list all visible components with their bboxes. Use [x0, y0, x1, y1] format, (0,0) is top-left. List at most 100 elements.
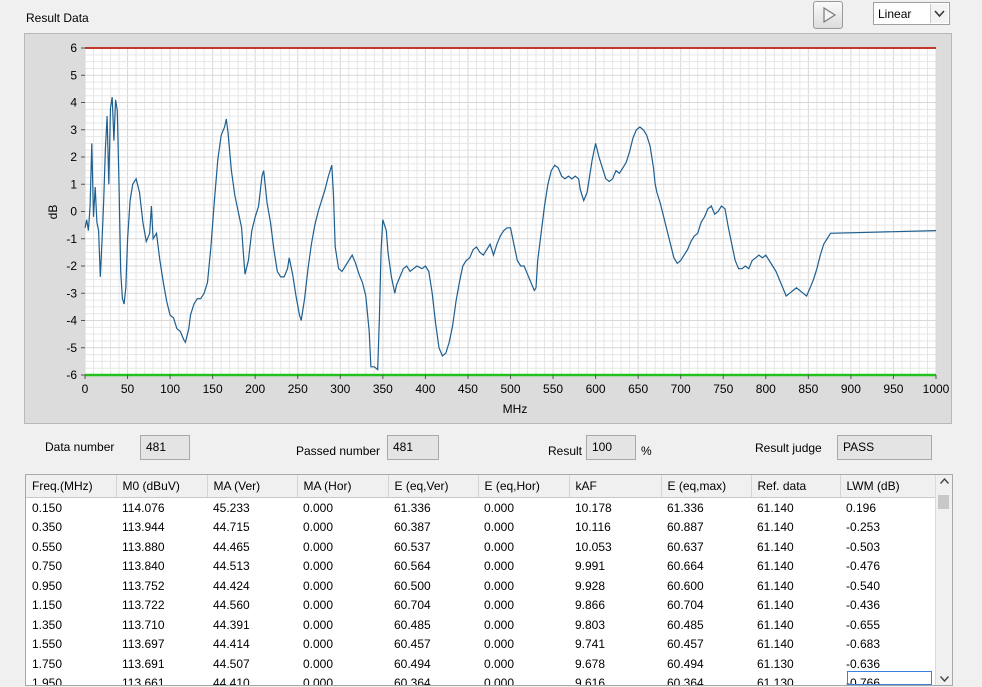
table-cell[interactable]: 61.130	[751, 674, 840, 685]
column-header[interactable]: MA (Hor)	[297, 475, 389, 498]
table-cell[interactable]: 61.140	[751, 596, 840, 616]
table-cell[interactable]: -0.683	[840, 635, 936, 655]
table-cell[interactable]: 60.494	[388, 654, 478, 674]
column-header[interactable]: E (eq,Ver)	[388, 475, 479, 498]
table-cell[interactable]: 61.140	[751, 635, 840, 655]
table-cell[interactable]: 113.752	[116, 576, 207, 596]
table-cell[interactable]: 113.691	[116, 654, 207, 674]
column-header[interactable]: E (eq,Hor)	[478, 475, 570, 498]
run-button[interactable]	[813, 1, 843, 29]
table-cell[interactable]: 45.233	[207, 498, 297, 518]
column-header[interactable]: Freq.(MHz)	[26, 475, 117, 498]
column-header[interactable]: M0 (dBuV)	[116, 475, 208, 498]
table-cell[interactable]: 61.140	[751, 615, 840, 635]
table-cell[interactable]: 113.661	[116, 674, 207, 685]
table-cell[interactable]: 61.336	[388, 498, 478, 518]
table-cell[interactable]: 0.000	[478, 654, 569, 674]
table-cell[interactable]: 0.000	[297, 576, 388, 596]
table-cell[interactable]: 60.704	[388, 596, 478, 616]
table-cell[interactable]: 10.178	[569, 498, 661, 518]
table-cell[interactable]: 61.140	[751, 576, 840, 596]
table-cell[interactable]: 9.678	[569, 654, 661, 674]
table-cell[interactable]: 61.140	[751, 518, 840, 538]
scrollbar-thumb[interactable]	[938, 495, 949, 509]
scroll-up-icon[interactable]	[940, 478, 949, 484]
table-cell[interactable]: 0.000	[297, 557, 388, 577]
table-cell[interactable]: 113.722	[116, 596, 207, 616]
column-header[interactable]: E (eq,max)	[661, 475, 752, 498]
table-cell[interactable]: 10.053	[569, 537, 661, 557]
table-cell[interactable]: 9.866	[569, 596, 661, 616]
table-cell[interactable]: 61.130	[751, 654, 840, 674]
table-cell[interactable]: 0.000	[478, 596, 569, 616]
table-cell[interactable]: 0.350	[26, 518, 116, 538]
table-cell[interactable]: 9.928	[569, 576, 661, 596]
table-cell[interactable]: 9.741	[569, 635, 661, 655]
chevron-down-icon[interactable]	[930, 4, 948, 23]
table-cell[interactable]: -0.436	[840, 596, 936, 616]
table-cell[interactable]: 0.000	[297, 498, 388, 518]
table-cell[interactable]: 60.600	[661, 576, 751, 596]
table-cell[interactable]: 113.697	[116, 635, 207, 655]
table-cell[interactable]: 10.116	[569, 518, 661, 538]
table-cell[interactable]: 60.494	[661, 654, 751, 674]
result-table[interactable]: Freq.(MHz) M0 (dBuV) MA (Ver) MA (Hor) E (eq…	[25, 474, 953, 686]
column-header[interactable]: Ref. data	[751, 475, 841, 498]
table-row[interactable]: 1.150 113.722 44.560 0.000 60.704 0.000 9.866 6…	[26, 596, 936, 616]
table-cell[interactable]: 0.000	[297, 518, 388, 538]
table-cell[interactable]: 9.616	[569, 674, 661, 685]
table-cell[interactable]: 60.664	[661, 557, 751, 577]
table-cell[interactable]: 44.424	[207, 576, 297, 596]
table-cell[interactable]: 0.000	[478, 674, 569, 685]
table-cell[interactable]: 0.000	[297, 674, 388, 685]
table-cell[interactable]: 0.000	[478, 635, 569, 655]
table-cell[interactable]: 44.507	[207, 654, 297, 674]
table-cell[interactable]: 113.880	[116, 537, 207, 557]
table-cell[interactable]: 61.140	[751, 557, 840, 577]
table-cell[interactable]: 113.840	[116, 557, 207, 577]
table-cell[interactable]: 44.410	[207, 674, 297, 685]
table-cell[interactable]: 60.457	[388, 635, 478, 655]
table-cell[interactable]: 0.950	[26, 576, 116, 596]
table-cell[interactable]: 0.000	[478, 576, 569, 596]
table-cell[interactable]: 61.140	[751, 537, 840, 557]
table-cell[interactable]: 113.710	[116, 615, 207, 635]
table-cell[interactable]: 0.000	[297, 635, 388, 655]
table-cell[interactable]: 60.500	[388, 576, 478, 596]
scroll-down-icon[interactable]	[940, 676, 949, 682]
table-row[interactable]: 1.750 113.691 44.507 0.000 60.494 0.000 9.678 6…	[26, 654, 936, 674]
table-row[interactable]: 0.550 113.880 44.465 0.000 60.537 0.000 10.053…	[26, 537, 936, 557]
table-cell[interactable]: 0.000	[478, 498, 569, 518]
column-header[interactable]: LWM (dB)	[840, 475, 937, 498]
column-header[interactable]: MA (Ver)	[207, 475, 298, 498]
table-row[interactable]: 0.350 113.944 44.715 0.000 60.387 0.000 10.116…	[26, 518, 936, 538]
table-row[interactable]: 1.350 113.710 44.391 0.000 60.485 0.000 9.803 6…	[26, 615, 936, 635]
table-cell[interactable]: -0.540	[840, 576, 936, 596]
table-cell[interactable]: 60.387	[388, 518, 478, 538]
table-cell[interactable]: 0.000	[297, 654, 388, 674]
table-cell[interactable]: 60.364	[388, 674, 478, 685]
table-cell[interactable]: 1.750	[26, 654, 116, 674]
column-header[interactable]: kAF	[569, 475, 662, 498]
table-cell[interactable]: 9.991	[569, 557, 661, 577]
table-cell[interactable]: 1.550	[26, 635, 116, 655]
table-cell[interactable]: 60.537	[388, 537, 478, 557]
table-cell[interactable]: 1.950	[26, 674, 116, 685]
table-cell[interactable]: 0.150	[26, 498, 116, 518]
table-cell[interactable]: 1.350	[26, 615, 116, 635]
table-row[interactable]: 1.550 113.697 44.414 0.000 60.457 0.000 9.741 6…	[26, 635, 936, 655]
table-cell[interactable]: 60.485	[388, 615, 478, 635]
table-cell[interactable]: -0.503	[840, 537, 936, 557]
table-scrollbar[interactable]	[935, 475, 952, 685]
table-row[interactable]: 1.950 113.661 44.410 0.000 60.364 0.000 9.616 6…	[26, 674, 936, 685]
table-cell[interactable]: 44.513	[207, 557, 297, 577]
table-cell[interactable]: 0.000	[478, 518, 569, 538]
table-cell[interactable]: 44.560	[207, 596, 297, 616]
table-cell[interactable]: 0.000	[297, 537, 388, 557]
table-cell[interactable]: 60.485	[661, 615, 751, 635]
table-cell[interactable]: 61.336	[661, 498, 751, 518]
table-row[interactable]: 0.950 113.752 44.424 0.000 60.500 0.000 9.928 6…	[26, 576, 936, 596]
table-cell[interactable]: 0.550	[26, 537, 116, 557]
table-cell[interactable]: 0.000	[478, 615, 569, 635]
table-cell[interactable]: 0.000	[478, 557, 569, 577]
